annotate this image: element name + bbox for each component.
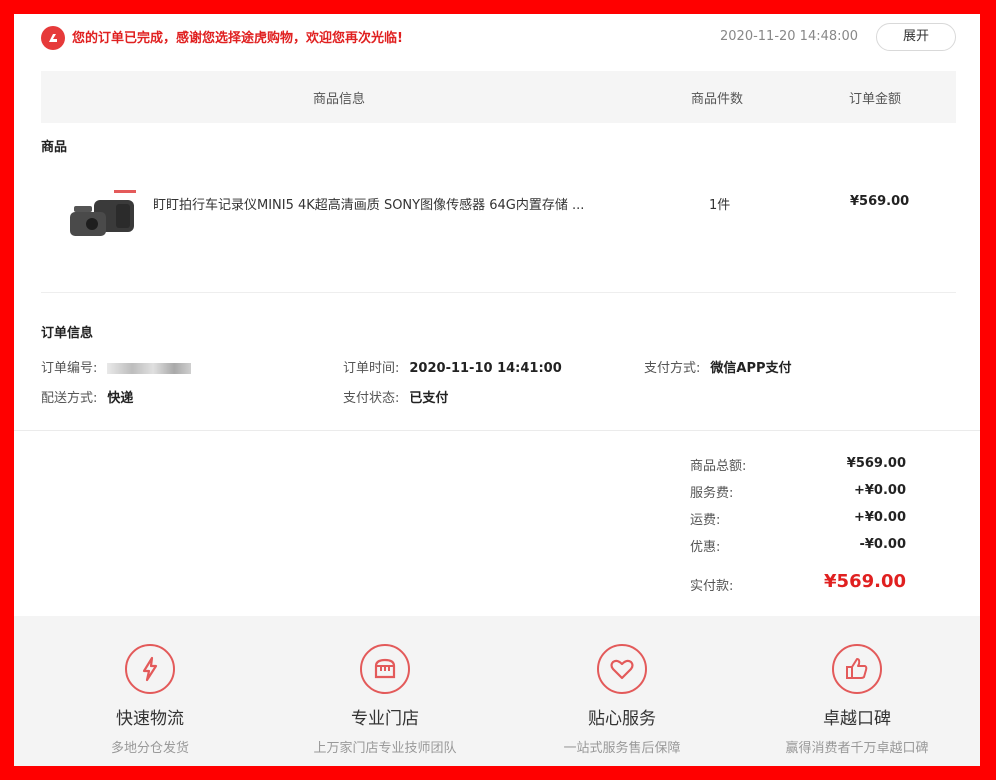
summary-divider: [14, 430, 980, 431]
feature-desc: 一站式服务售后保障: [563, 741, 681, 756]
order-info-title: 订单信息: [41, 326, 94, 341]
paid-label: 实付款:: [690, 579, 734, 594]
payment-status-field: 支付状态: 已支付: [343, 387, 448, 406]
feature-title: 快速物流: [116, 709, 184, 729]
payment-method-field: 支付方式: 微信APP支付: [644, 357, 792, 376]
header-amount: 订单金额: [849, 92, 902, 107]
feature-reputation: 卓越口碑 赢得消费者千万卓越口碑: [747, 616, 967, 756]
goods-total-label: 商品总额:: [690, 459, 747, 474]
header-product-info: 商品信息: [313, 92, 366, 107]
order-number-redacted: [107, 363, 192, 374]
feature-pro-store: 专业门店 上万家门店专业技师团队: [275, 616, 495, 756]
section-divider: [41, 292, 956, 293]
feature-title: 卓越口碑: [823, 709, 891, 729]
order-complete-icon: [41, 26, 65, 50]
payment-method-value: 微信APP支付: [710, 361, 792, 376]
expand-button[interactable]: 展开: [876, 23, 956, 51]
feature-caring-service: 贴心服务 一站式服务售后保障: [512, 616, 732, 756]
product-image[interactable]: [64, 186, 142, 246]
order-status-bar: 您的订单已完成，感谢您选择途虎购物，欢迎您再次光临! 2020-11-20 14…: [14, 14, 980, 62]
feature-title: 贴心服务: [588, 709, 656, 729]
order-time-value: 2020-11-10 14:41:00: [409, 361, 562, 376]
order-complete-message: 您的订单已完成，感谢您选择途虎购物，欢迎您再次光临!: [72, 31, 403, 46]
service-fee-value: +¥0.00: [853, 483, 906, 498]
discount-label: 优惠:: [690, 540, 721, 555]
order-time-field: 订单时间: 2020-11-10 14:41:00: [343, 357, 562, 376]
delivery-method-value: 快递: [107, 391, 134, 406]
service-features: 快速物流 多地分仓发货 专业门店 上万家门店专业技师团队 贴心服务 一站式服务售…: [14, 616, 980, 766]
shipping-value: +¥0.00: [853, 510, 906, 525]
paid-value: ¥569.00: [824, 571, 906, 592]
discount-value: -¥0.00: [859, 537, 906, 552]
delivery-method-field: 配送方式: 快递: [41, 387, 133, 406]
order-number-label: 订单编号:: [41, 361, 98, 376]
order-detail-panel: 您的订单已完成，感谢您选择途虎购物，欢迎您再次光临! 2020-11-20 14…: [14, 14, 980, 766]
store-icon: [360, 644, 410, 694]
feature-desc: 赢得消费者千万卓越口碑: [785, 741, 929, 756]
goods-total-value: ¥569.00: [846, 456, 906, 471]
delivery-method-label: 配送方式:: [41, 391, 98, 406]
thumbs-up-icon: [832, 644, 882, 694]
product-quantity: 1件: [709, 198, 731, 213]
status-timestamp: 2020-11-20 14:48:00: [720, 29, 859, 44]
table-header: 商品信息 商品件数 订单金额: [41, 71, 956, 123]
payment-method-label: 支付方式:: [644, 361, 701, 376]
feature-title: 专业门店: [351, 709, 419, 729]
heart-icon: [597, 644, 647, 694]
shipping-label: 运费:: [690, 513, 721, 528]
lightning-icon: [125, 644, 175, 694]
feature-desc: 多地分仓发货: [110, 741, 189, 756]
header-quantity: 商品件数: [691, 92, 744, 107]
products-section-title: 商品: [41, 140, 68, 155]
payment-status-label: 支付状态:: [343, 391, 400, 406]
service-fee-label: 服务费:: [690, 486, 734, 501]
product-name[interactable]: 盯盯拍行车记录仪MINI5 4K超高清画质 SONY图像传感器 64G内置存储 …: [153, 194, 584, 213]
feature-desc: 上万家门店专业技师团队: [313, 741, 457, 756]
order-number-field: 订单编号:: [41, 357, 192, 376]
feature-fast-logistics: 快速物流 多地分仓发货: [40, 616, 260, 756]
payment-status-value: 已支付: [409, 391, 449, 406]
product-amount: ¥569.00: [850, 194, 910, 209]
order-time-label: 订单时间:: [343, 361, 400, 376]
